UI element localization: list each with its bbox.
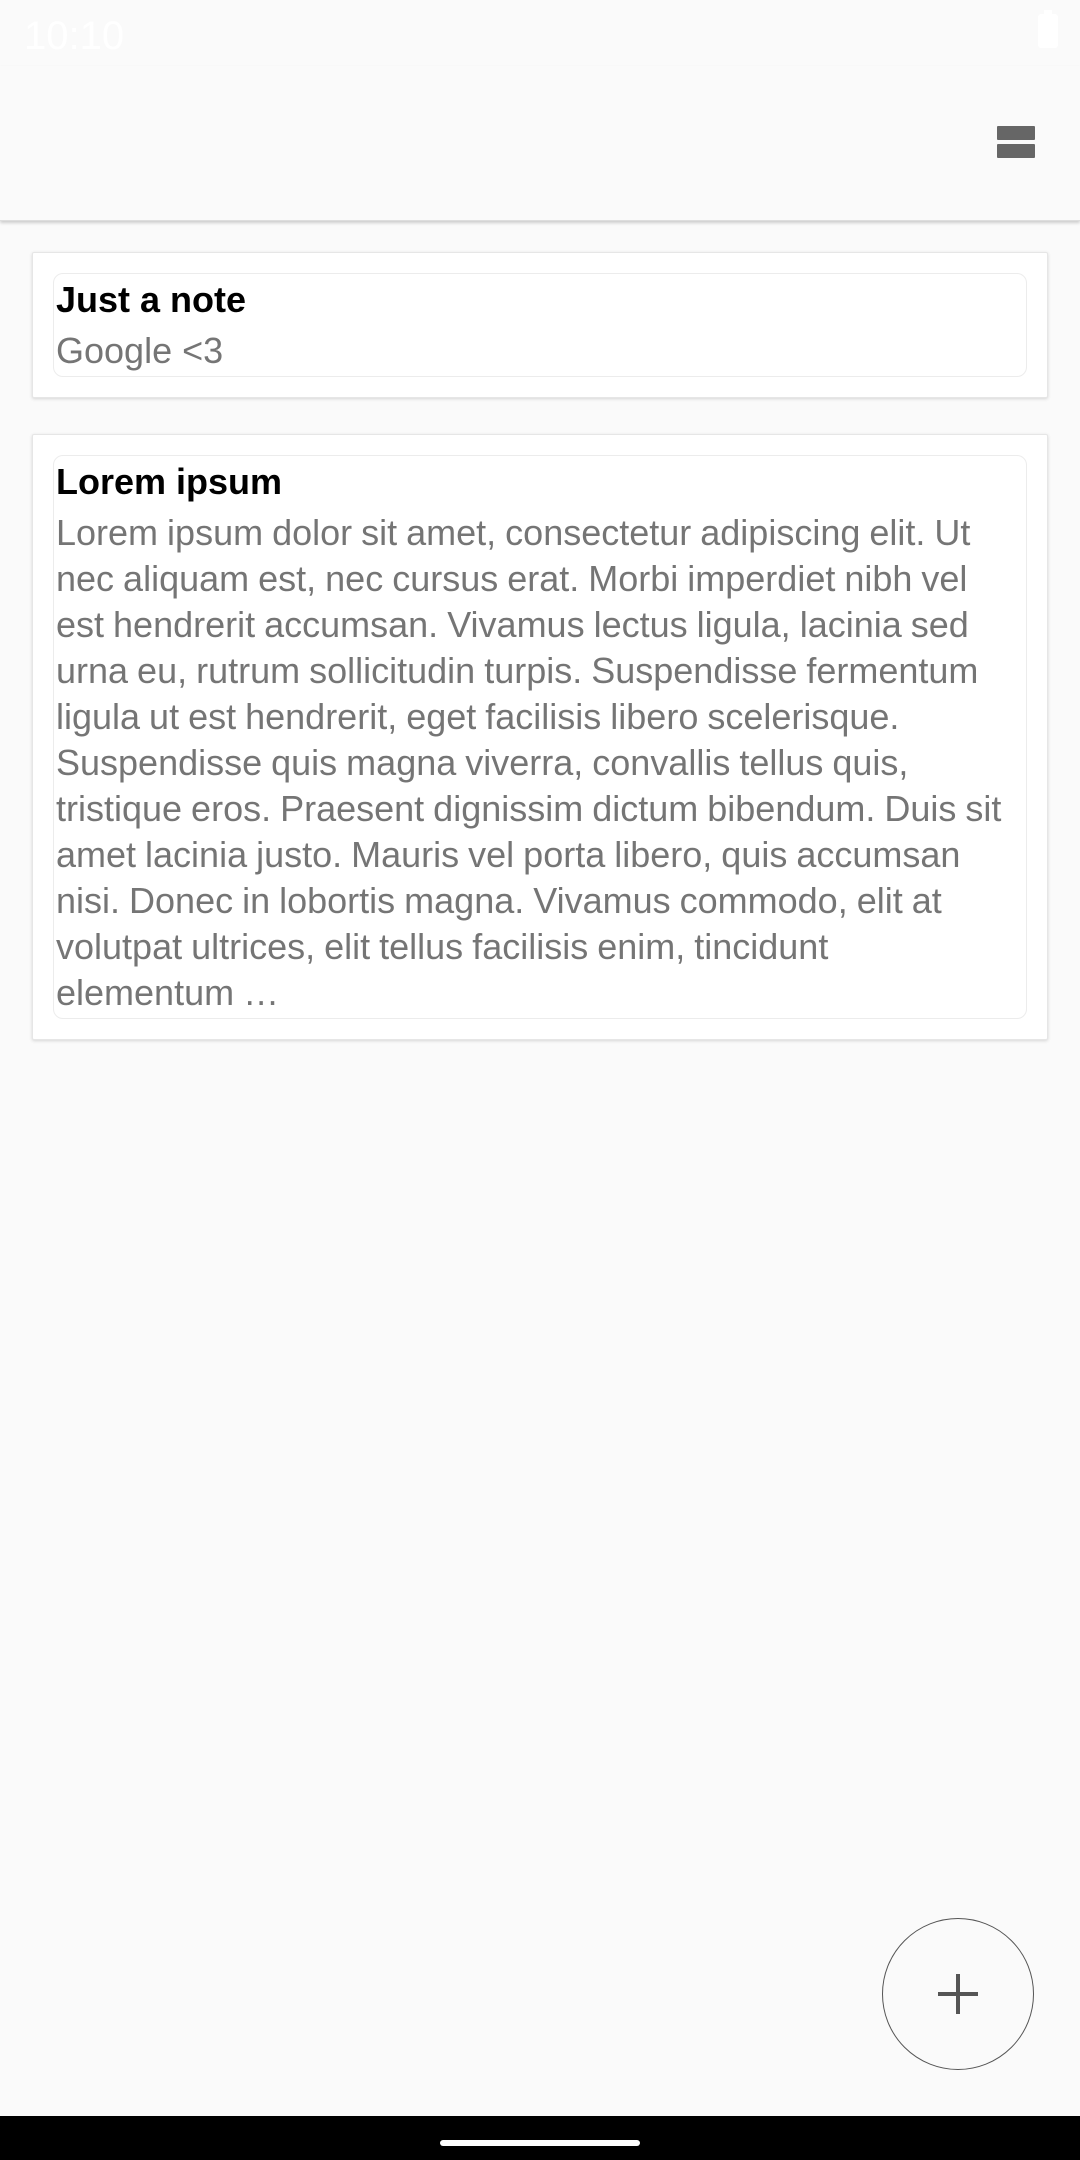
home-indicator[interactable] <box>440 2140 640 2146</box>
view-toggle-button[interactable] <box>976 106 1056 178</box>
view-agenda-icon <box>997 126 1035 158</box>
plus-icon <box>938 1974 978 2014</box>
note-content: Lorem ipsum Lorem ipsum dolor sit amet, … <box>53 455 1027 1019</box>
note-body: Lorem ipsum dolor sit amet, consectetur … <box>56 512 1002 1013</box>
note-title: Just a note <box>56 279 247 320</box>
status-time: 10:10 <box>24 14 125 58</box>
note-body: Google <3 <box>56 330 224 371</box>
add-note-button[interactable] <box>882 1918 1034 2070</box>
navigation-bar <box>0 2116 1080 2160</box>
app-bar <box>0 66 1080 221</box>
notes-screen: 10:10 Just a note Google <3 Lorem ipsum … <box>0 0 1080 2160</box>
notes-list: Just a note Google <3 Lorem ipsum Lorem … <box>32 252 1048 1076</box>
status-bar: 10:10 <box>0 0 1080 66</box>
note-title: Lorem ipsum <box>56 461 283 502</box>
battery-icon <box>1038 10 1058 48</box>
note-card[interactable]: Just a note Google <3 <box>32 252 1048 398</box>
note-content: Just a note Google <3 <box>53 273 1027 377</box>
note-card[interactable]: Lorem ipsum Lorem ipsum dolor sit amet, … <box>32 434 1048 1040</box>
